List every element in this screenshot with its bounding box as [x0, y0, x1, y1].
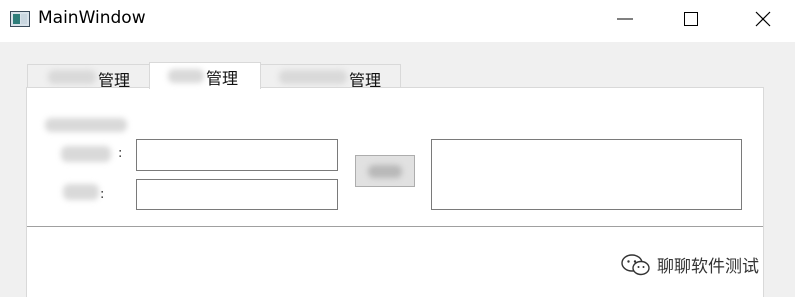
watermark-text: 聊聊软件测试 [657, 257, 759, 277]
window-title: MainWindow [38, 8, 146, 28]
redacted-group-title [45, 118, 127, 132]
app-icon [10, 11, 30, 27]
tab-1[interactable]: 管理 [27, 64, 150, 90]
field-2-input[interactable] [136, 179, 338, 210]
wechat-icon [621, 254, 650, 276]
minimize-icon [617, 18, 633, 20]
redacted-text [279, 70, 347, 84]
tab-3[interactable]: 管理 [260, 64, 401, 90]
close-button[interactable] [740, 0, 786, 38]
divider [27, 226, 763, 227]
redacted-field-label [63, 184, 99, 200]
redacted-text [48, 70, 96, 84]
tab-panel: : : [26, 87, 764, 297]
title-bar: MainWindow [0, 0, 795, 42]
maximize-button[interactable] [668, 0, 714, 38]
maximize-icon [684, 12, 698, 26]
action-button[interactable] [355, 155, 415, 187]
redacted-text [168, 69, 204, 83]
tab-2-label: 管理 [206, 69, 239, 88]
redacted-button-label [368, 165, 402, 178]
field-1-input[interactable] [136, 139, 338, 171]
tab-2[interactable]: 管理 [149, 62, 261, 89]
field-2-colon: : [100, 187, 105, 202]
redacted-field-label [61, 146, 111, 162]
field-1-colon: : [118, 146, 123, 161]
result-textbox[interactable] [431, 139, 742, 210]
minimize-button[interactable] [602, 0, 648, 38]
close-icon [755, 11, 771, 27]
